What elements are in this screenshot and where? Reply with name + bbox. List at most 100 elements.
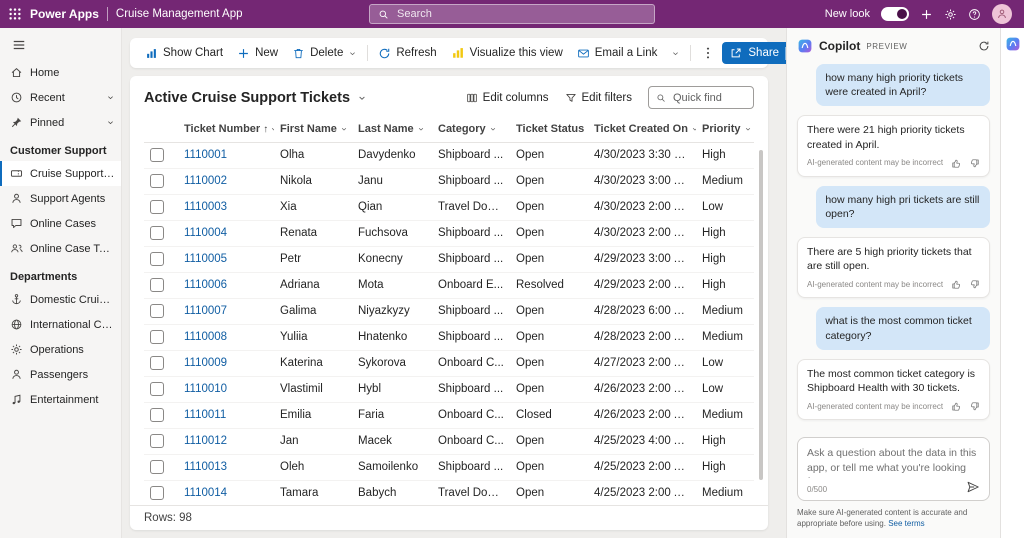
ticket-number-link[interactable]: 1110004	[184, 227, 227, 239]
row-checkbox[interactable]	[150, 330, 164, 344]
table-row[interactable]: 1110009KaterinaSykorovaOnboard C...Open4…	[144, 350, 754, 376]
help-icon[interactable]	[968, 8, 981, 21]
row-checkbox[interactable]	[150, 486, 164, 500]
ticket-number-link[interactable]: 1110013	[184, 461, 227, 473]
column-header-first-name[interactable]: First Name	[274, 116, 352, 142]
row-checkbox[interactable]	[150, 278, 164, 292]
quick-find-input[interactable]	[671, 91, 741, 105]
thumbs-down-icon[interactable]	[969, 158, 980, 169]
global-search[interactable]	[369, 4, 655, 24]
column-header-ticket-number[interactable]: Ticket Number↑	[178, 116, 274, 142]
row-checkbox[interactable]	[150, 174, 164, 188]
sidebar-item-home[interactable]: Home	[0, 60, 121, 85]
thumbs-down-icon[interactable]	[969, 401, 980, 412]
table-row[interactable]: 1110005PetrKonecnyShipboard ...Open4/29/…	[144, 246, 754, 272]
row-checkbox[interactable]	[150, 356, 164, 370]
column-header-priority[interactable]: Priority	[696, 116, 754, 142]
delete-button[interactable]: Delete	[285, 41, 364, 65]
waffle-menu-button[interactable]	[0, 0, 30, 28]
row-checkbox[interactable]	[150, 252, 164, 266]
copilot-input[interactable]	[807, 446, 980, 478]
send-icon[interactable]	[966, 480, 980, 494]
edit-filters-button[interactable]: Edit filters	[565, 92, 633, 104]
copilot-input-box[interactable]: 0/500	[797, 437, 990, 501]
table-row[interactable]: 1110006AdrianaMotaOnboard E...Resolved4/…	[144, 272, 754, 298]
row-checkbox[interactable]	[150, 200, 164, 214]
table-row[interactable]: 1110004RenataFuchsovaShipboard ...Open4/…	[144, 220, 754, 246]
sidebar-item-recent[interactable]: Recent	[0, 85, 121, 110]
thumbs-up-icon[interactable]	[951, 158, 962, 169]
show-chart-label: Show Chart	[163, 47, 223, 59]
thumbs-up-icon[interactable]	[951, 401, 962, 412]
row-checkbox[interactable]	[150, 460, 164, 474]
see-terms-link[interactable]: See terms	[888, 519, 924, 528]
row-checkbox[interactable]	[150, 382, 164, 396]
new-button[interactable]: New	[230, 41, 285, 65]
table-row[interactable]: 1110014TamaraBabychTravel Docu...Open4/2…	[144, 480, 754, 505]
sidebar-item-cruise-support-tickets[interactable]: Cruise Support Tickets	[0, 161, 121, 186]
table-row[interactable]: 1110011EmiliaFariaOnboard C...Closed4/26…	[144, 402, 754, 428]
table-row[interactable]: 1110007GalimaNiyazkyzyShipboard ...Open4…	[144, 298, 754, 324]
nav-toggle-button[interactable]	[2, 32, 36, 58]
sidebar-item-operations[interactable]: Operations	[0, 337, 121, 362]
column-header-ticket-status[interactable]: Ticket Status	[510, 116, 588, 142]
table-row[interactable]: 1110003XiaQianTravel Docu...Open4/30/202…	[144, 194, 754, 220]
row-checkbox[interactable]	[150, 408, 164, 422]
ticket-number-link[interactable]: 1110014	[184, 487, 227, 499]
ticket-number-link[interactable]: 1110001	[184, 149, 227, 161]
row-checkbox[interactable]	[150, 304, 164, 318]
column-header-ticket-created-on[interactable]: Ticket Created On	[588, 116, 696, 142]
restart-conversation-icon[interactable]	[978, 40, 990, 52]
rows-count: Rows: 98	[130, 505, 768, 530]
ticket-number-link[interactable]: 1110010	[184, 383, 227, 395]
sidebar-item-domestic-cruises[interactable]: Domestic Cruises	[0, 287, 121, 312]
column-header-last-name[interactable]: Last Name	[352, 116, 432, 142]
ticket-number-link[interactable]: 1110005	[184, 253, 227, 265]
edit-columns-button[interactable]: Edit columns	[466, 92, 549, 104]
table-scrollbar[interactable]	[759, 150, 763, 480]
sidebar-item-entertainment[interactable]: Entertainment	[0, 387, 121, 412]
table-row[interactable]: 1110002NikolaJanuShipboard ...Open4/30/2…	[144, 168, 754, 194]
row-checkbox[interactable]	[150, 434, 164, 448]
view-selector[interactable]: Active Cruise Support Tickets	[144, 90, 367, 106]
visualize-view-button[interactable]: Visualize this view	[444, 41, 570, 65]
more-commands-button[interactable]	[694, 41, 722, 65]
sidebar-item-online-case-teams[interactable]: Online Case Teams	[0, 236, 121, 261]
ticket-number-link[interactable]: 1110007	[184, 305, 227, 317]
column-header-category[interactable]: Category	[432, 116, 510, 142]
table-row[interactable]: 1110001OlhaDavydenkoShipboard ...Open4/3…	[144, 142, 754, 168]
copilot-toggle-icon[interactable]	[1005, 36, 1021, 52]
add-icon[interactable]	[920, 8, 933, 21]
email-link-dropdown[interactable]	[664, 41, 687, 65]
row-checkbox[interactable]	[150, 148, 164, 162]
row-checkbox[interactable]	[150, 226, 164, 240]
app-name[interactable]: Power Apps	[30, 7, 99, 21]
new-look-toggle[interactable]	[881, 7, 909, 21]
settings-icon[interactable]	[944, 8, 957, 21]
email-link-button[interactable]: Email a Link	[570, 41, 665, 65]
quick-find[interactable]	[648, 86, 754, 109]
ticket-number-link[interactable]: 1110011	[184, 409, 226, 421]
table-row[interactable]: 1110008YuliiaHnatenkoShipboard ...Open4/…	[144, 324, 754, 350]
ticket-number-link[interactable]: 1110002	[184, 175, 227, 187]
account-avatar[interactable]	[992, 4, 1012, 24]
sidebar-item-pinned[interactable]: Pinned	[0, 110, 121, 135]
ticket-number-link[interactable]: 1110008	[184, 331, 227, 343]
table-row[interactable]: 1110010VlastimilHyblShipboard ...Open4/2…	[144, 376, 754, 402]
ticket-number-link[interactable]: 1110012	[184, 435, 227, 447]
sidebar-item-international-cruises[interactable]: International Cruises	[0, 312, 121, 337]
thumbs-down-icon[interactable]	[969, 279, 980, 290]
cell: 4/26/2023 2:00 AM	[588, 376, 696, 402]
ticket-number-link[interactable]: 1110009	[184, 357, 227, 369]
table-row[interactable]: 1110012JanMacekOnboard C...Open4/25/2023…	[144, 428, 754, 454]
sidebar-item-online-cases[interactable]: Online Cases	[0, 211, 121, 236]
ticket-number-link[interactable]: 1110003	[184, 201, 227, 213]
sidebar-item-support-agents[interactable]: Support Agents	[0, 186, 121, 211]
sidebar-item-passengers[interactable]: Passengers	[0, 362, 121, 387]
refresh-button[interactable]: Refresh	[371, 41, 443, 65]
thumbs-up-icon[interactable]	[951, 279, 962, 290]
show-chart-button[interactable]: Show Chart	[138, 41, 230, 65]
global-search-input[interactable]	[395, 7, 646, 21]
table-row[interactable]: 1110013OlehSamoilenkoShipboard ...Open4/…	[144, 454, 754, 480]
ticket-number-link[interactable]: 1110006	[184, 279, 227, 291]
